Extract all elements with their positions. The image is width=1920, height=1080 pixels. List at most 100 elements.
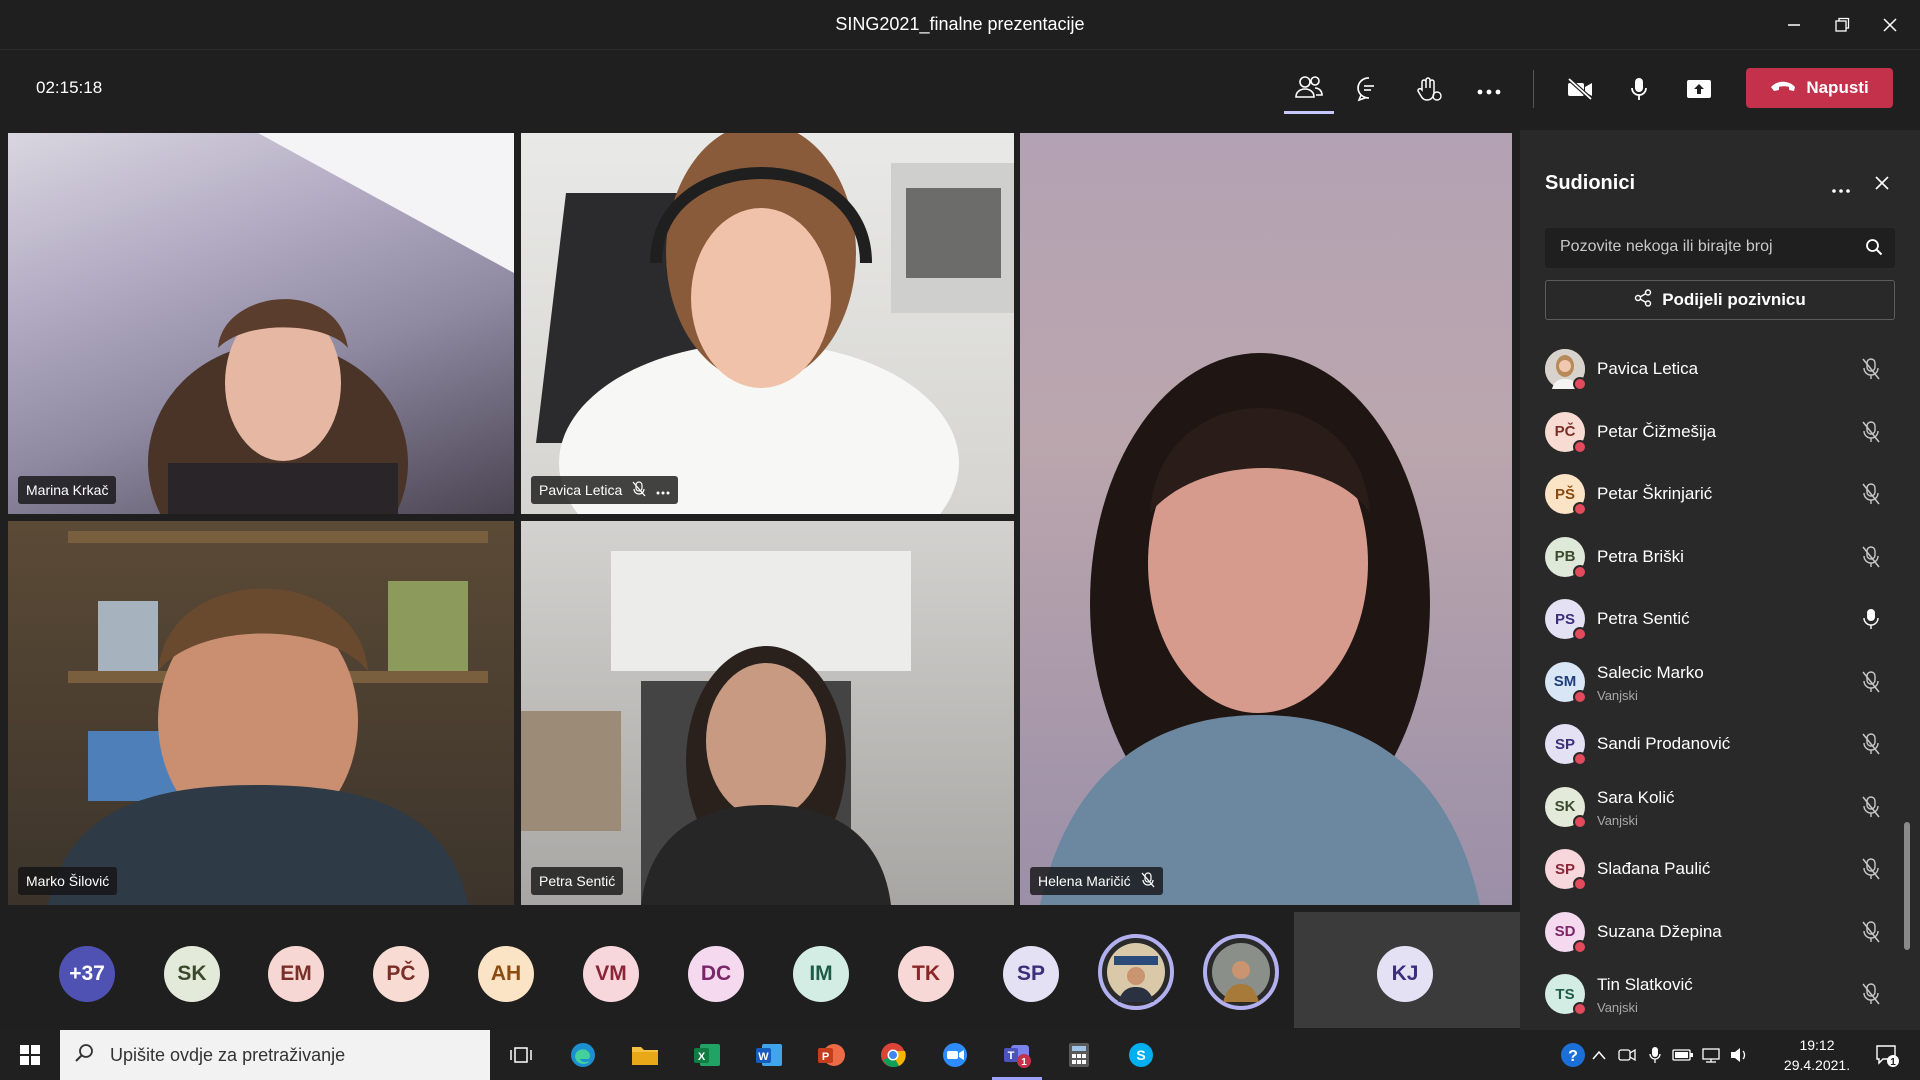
participants-button[interactable] [1284,68,1334,114]
taskbar-clock[interactable]: 19:12 29.4.2021. [1772,1035,1862,1075]
participant-avatar[interactable]: TK [898,946,954,1002]
participant-avatar[interactable]: KJ [1377,946,1433,1002]
status-badge [1573,877,1587,891]
participant-row[interactable]: PB Petra Briški [1545,530,1895,586]
participant-row[interactable]: SP Sandi Prodanović [1545,717,1895,773]
svg-text:X: X [698,1051,706,1063]
file-explorer-app[interactable] [620,1030,670,1080]
mic-on-icon[interactable] [1861,608,1881,635]
video-tile[interactable]: Petra Sentić [521,521,1014,905]
participant-row[interactable]: PŠ Petar Škrinjarić [1545,467,1895,523]
participant-name: Salecic Marko [1597,662,1704,682]
meet-now-icon[interactable] [1612,1030,1642,1080]
skype-app[interactable]: S [1116,1030,1166,1080]
mic-muted-icon[interactable] [1861,983,1881,1010]
share-screen-button[interactable] [1674,68,1724,114]
participant-avatar[interactable]: AH [478,946,534,1002]
participant-strip [0,910,1520,1030]
skype-icon: S [1129,1043,1153,1067]
video-tile[interactable]: Helena Maričić [1020,133,1512,905]
tile-more-icon[interactable] [656,482,670,498]
calculator-icon [1069,1043,1089,1067]
zoom-icon [943,1043,967,1067]
search-icon [74,1043,94,1068]
chat-button[interactable] [1344,68,1394,114]
mic-muted-icon[interactable] [1861,795,1881,823]
participant-photo-avatar[interactable] [1098,934,1174,1010]
participant-avatar: TS [1545,974,1587,1016]
leave-button[interactable]: Napusti [1746,68,1893,108]
participant-row[interactable]: Pavica Letica [1545,342,1895,398]
muted-icon [1141,871,1155,891]
task-view-button[interactable] [496,1030,546,1080]
chrome-app[interactable] [868,1030,918,1080]
participant-avatar: SK [1545,786,1587,829]
camera-toggle-button[interactable] [1555,68,1605,114]
participant-avatar: SM [1545,661,1587,704]
participant-name-tag: Marko Šilović [18,867,118,895]
participant-row[interactable]: TS Tin Slatković Vanjski [1545,967,1895,1023]
mic-muted-icon[interactable] [1861,483,1881,510]
network-icon[interactable] [1696,1030,1726,1080]
notifications-button[interactable]: 1 [1862,1030,1912,1080]
more-actions-button[interactable] [1464,68,1514,114]
panel-more-icon[interactable] [1832,180,1850,198]
participant-row[interactable]: PČ Petar Čižmešija [1545,405,1895,461]
start-button[interactable] [5,1030,55,1080]
participant-photo-avatar[interactable] [1203,934,1279,1010]
participant-avatar[interactable]: IM [793,946,849,1002]
folder-icon [632,1047,658,1065]
show-hidden-icons[interactable] [1584,1030,1614,1080]
word-app[interactable]: W [744,1030,794,1080]
profile-photo-icon [1212,943,1270,1002]
participant-avatar[interactable]: VM [583,946,639,1002]
video-tile[interactable]: Marko Šilović [8,521,514,905]
teams-app[interactable]: T1 [992,1030,1042,1080]
participant-row[interactable]: SD Suzana Džepina [1545,905,1895,961]
participant-avatar[interactable]: SP [1003,946,1059,1002]
participant-avatar[interactable]: PČ [373,946,429,1002]
zoom-app[interactable] [930,1030,980,1080]
edge-app[interactable] [558,1030,608,1080]
participant-avatar[interactable]: SK [164,946,220,1002]
share-invite-button[interactable]: Podijeli pozivnicu [1545,280,1895,320]
mic-muted-icon[interactable] [1861,733,1881,760]
mic-muted-icon[interactable] [1861,545,1881,573]
excel-app[interactable]: X [682,1030,732,1080]
powerpoint-app[interactable]: P [806,1030,856,1080]
volume-icon[interactable] [1724,1030,1754,1080]
mic-muted-icon[interactable] [1861,670,1881,698]
close-window-button[interactable] [1860,0,1920,50]
microphone-in-use-icon[interactable] [1640,1030,1670,1080]
participant-name-tag: Petra Sentić [531,867,624,895]
toolbar-divider [1533,70,1534,108]
search-icon [1865,238,1883,261]
mic-muted-icon[interactable] [1861,358,1881,385]
mic-muted-icon[interactable] [1861,420,1881,448]
participant-avatar[interactable]: EM [268,946,324,1002]
more-participants-button[interactable]: +37 [59,946,115,1002]
microphone-toggle-button[interactable] [1614,68,1664,114]
svg-text:T: T [1008,1050,1015,1062]
participant-avatar[interactable]: DC [688,946,744,1002]
participant-row[interactable]: SK Sara Kolić Vanjski [1545,780,1895,836]
participant-row[interactable]: SP Slađana Paulić [1545,842,1895,898]
mic-muted-icon[interactable] [1861,858,1881,885]
profile-photo-icon [1107,943,1165,1002]
hang-up-icon [1770,78,1796,98]
participant-row[interactable]: SM Salecic Marko Vanjski [1545,655,1895,711]
video-tile[interactable]: Pavica Letica [521,133,1014,514]
panel-scrollbar[interactable] [1904,822,1910,950]
participant-row[interactable]: PS Petra Sentić [1545,592,1895,648]
mic-muted-icon[interactable] [1861,920,1881,948]
calculator-app[interactable] [1054,1030,1104,1080]
video-tile[interactable]: Marina Krkač [8,133,514,514]
participant-name: Suzana Džepina [1597,921,1722,941]
reactions-button[interactable] [1404,68,1454,114]
taskbar-search-input[interactable]: Upišite ovdje za pretraživanje [60,1030,490,1080]
invite-search-input[interactable]: Pozovite nekoga ili birajte broj [1545,228,1895,268]
close-panel-icon[interactable] [1874,175,1890,196]
status-badge [1573,627,1587,641]
battery-icon[interactable] [1668,1030,1698,1080]
participant-video [48,531,488,905]
